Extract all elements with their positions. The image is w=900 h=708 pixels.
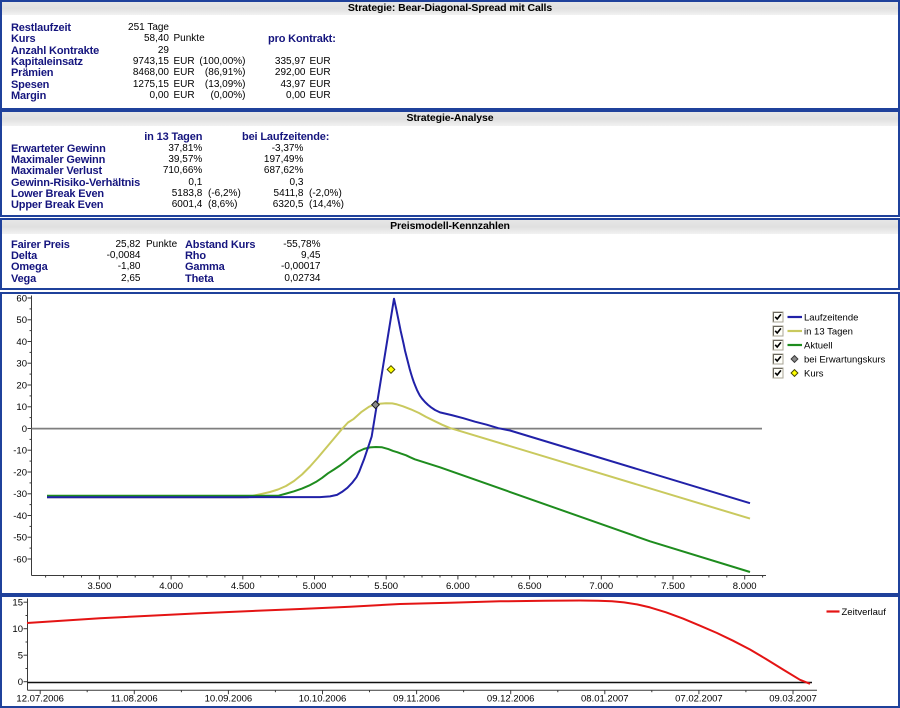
svg-text:4.000: 4.000 (159, 581, 183, 592)
svg-text:-20: -20 (13, 467, 27, 478)
svg-text:7.000: 7.000 (589, 581, 613, 592)
svg-text:15: 15 (12, 598, 23, 609)
svg-text:07.02.2007: 07.02.2007 (675, 694, 723, 705)
svg-text:11.08.2006: 11.08.2006 (111, 694, 158, 705)
svg-text:-60: -60 (13, 554, 27, 565)
svg-text:10: 10 (16, 402, 27, 413)
svg-text:6.000: 6.000 (446, 581, 470, 592)
svg-text:-10: -10 (13, 446, 27, 457)
svg-text:bei Erwartungskurs: bei Erwartungskurs (804, 354, 886, 365)
svg-text:10.10.2006: 10.10.2006 (299, 694, 347, 705)
svg-text:09.03.2007: 09.03.2007 (769, 694, 817, 705)
svg-text:20: 20 (16, 380, 27, 391)
svg-text:8.000: 8.000 (733, 581, 757, 592)
svg-text:Aktuell: Aktuell (804, 340, 833, 351)
svg-text:3.500: 3.500 (88, 581, 112, 592)
svg-text:Kurs: Kurs (804, 368, 824, 379)
svg-text:12.07.2006: 12.07.2006 (16, 694, 64, 705)
svg-text:08.01.2007: 08.01.2007 (581, 694, 629, 705)
svg-text:09.11.2006: 09.11.2006 (393, 694, 440, 705)
svg-text:-40: -40 (13, 511, 27, 522)
svg-text:Zeitverlauf: Zeitverlauf (842, 607, 887, 618)
svg-text:30: 30 (16, 359, 27, 370)
svg-text:-30: -30 (13, 489, 27, 500)
svg-text:in 13 Tagen: in 13 Tagen (804, 326, 853, 337)
svg-text:10: 10 (12, 624, 23, 635)
svg-text:5.000: 5.000 (303, 581, 327, 592)
svg-text:0: 0 (22, 424, 27, 435)
svg-text:5: 5 (18, 651, 23, 662)
svg-text:Laufzeitende: Laufzeitende (804, 312, 858, 323)
svg-text:7.500: 7.500 (661, 581, 685, 592)
svg-text:0: 0 (18, 677, 23, 688)
svg-text:09.12.2006: 09.12.2006 (487, 694, 535, 705)
svg-text:4.500: 4.500 (231, 581, 255, 592)
svg-text:-50: -50 (13, 533, 27, 544)
svg-text:50: 50 (16, 315, 27, 326)
svg-text:40: 40 (16, 337, 27, 348)
svg-text:10.09.2006: 10.09.2006 (205, 694, 253, 705)
svg-text:5.500: 5.500 (374, 581, 398, 592)
svg-text:6.500: 6.500 (518, 581, 542, 592)
svg-text:60: 60 (16, 293, 27, 304)
